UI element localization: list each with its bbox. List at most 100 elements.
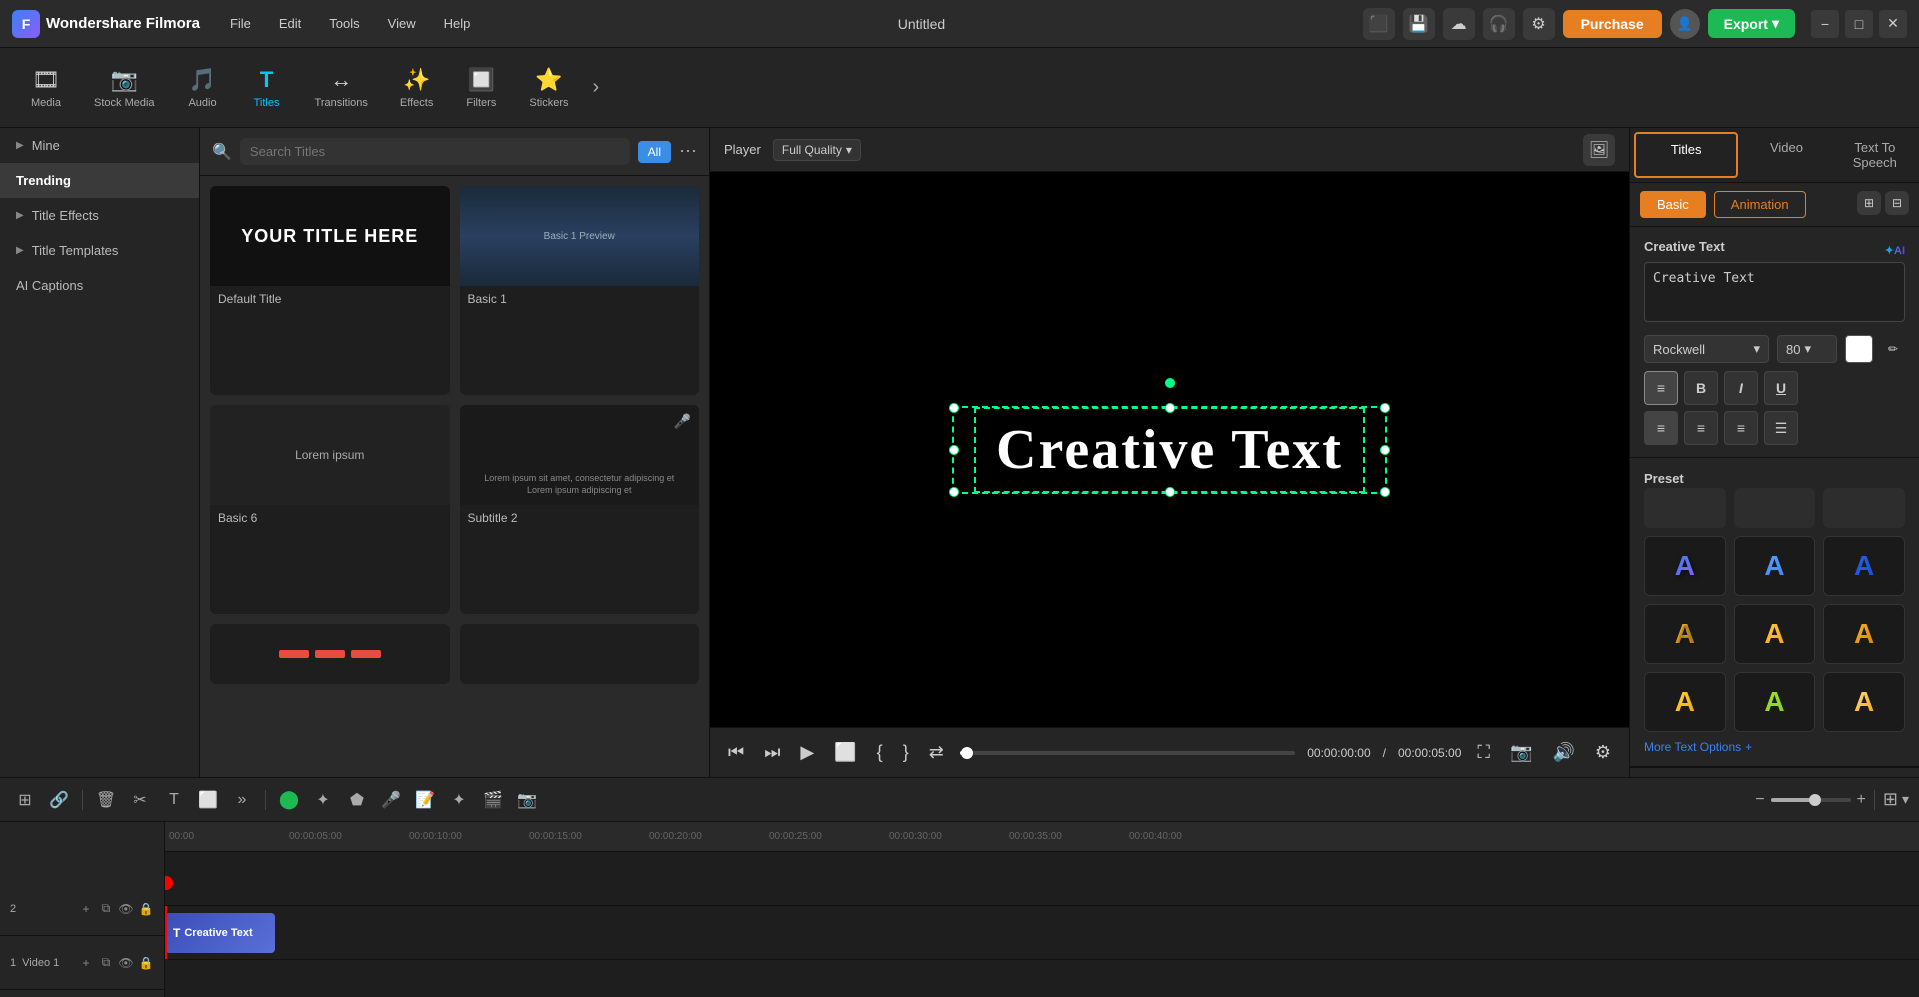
- text-button[interactable]: T: [159, 785, 189, 815]
- playhead[interactable]: [165, 906, 167, 959]
- tool-transitions[interactable]: ↔ Transitions: [301, 61, 382, 115]
- mask-button[interactable]: ⬟: [342, 785, 372, 815]
- color-grade-button[interactable]: ⬤: [274, 785, 304, 815]
- auto-caption-button[interactable]: 📝: [410, 785, 440, 815]
- text-input[interactable]: Creative Text: [1644, 262, 1905, 322]
- tool-effects[interactable]: ✨ Effects: [386, 61, 447, 115]
- preset-item-hidden1[interactable]: [1644, 488, 1726, 528]
- zoom-track[interactable]: [1771, 798, 1851, 802]
- handle-bl[interactable]: [949, 487, 959, 497]
- subtab-animation[interactable]: Animation: [1714, 191, 1806, 218]
- preset-item-1[interactable]: A: [1644, 536, 1726, 596]
- more-tl-button[interactable]: »: [227, 785, 257, 815]
- tool-stickers[interactable]: ⭐ Stickers: [515, 61, 582, 115]
- scene-detect-button[interactable]: 🎬: [478, 785, 508, 815]
- more-options-icon[interactable]: ⋯: [679, 141, 697, 162]
- align-left-btn[interactable]: ≡: [1644, 411, 1678, 445]
- export-button[interactable]: Export ▾: [1708, 9, 1795, 38]
- headphone-icon-btn[interactable]: 🎧: [1483, 8, 1515, 40]
- link-button[interactable]: 🔗: [44, 785, 74, 815]
- preset-item-9[interactable]: A: [1823, 672, 1905, 732]
- menu-help[interactable]: Help: [434, 12, 481, 35]
- monitor-icon-btn[interactable]: ⬛: [1363, 8, 1395, 40]
- handle-bc[interactable]: [1165, 487, 1175, 497]
- voice-button[interactable]: 🎤: [376, 785, 406, 815]
- font-size-select[interactable]: 80 ▾: [1777, 335, 1837, 363]
- volume-button[interactable]: 🔊: [1548, 738, 1578, 767]
- track-add-icon-1[interactable]: +: [78, 955, 94, 971]
- cut-button[interactable]: ✂: [125, 785, 155, 815]
- step-back-button[interactable]: ⏭: [760, 738, 784, 767]
- sidebar-item-trending[interactable]: Trending: [0, 163, 199, 198]
- add-track-button[interactable]: ⊞: [10, 785, 40, 815]
- tool-titles[interactable]: T Titles: [237, 61, 297, 115]
- align-right-btn[interactable]: ≡: [1724, 411, 1758, 445]
- subtab-basic[interactable]: Basic: [1640, 191, 1706, 218]
- fullscreen-button[interactable]: ⛶: [1473, 738, 1494, 767]
- bold-btn[interactable]: B: [1684, 371, 1718, 405]
- sidebar-item-ai-captions[interactable]: AI Captions: [0, 268, 199, 303]
- sidebar-item-title-effects[interactable]: ▶ Title Effects: [0, 198, 199, 233]
- snapshot-button[interactable]: 📷: [512, 785, 542, 815]
- tool-media[interactable]: 🎞 Media: [16, 61, 76, 115]
- sidebar-item-title-templates[interactable]: ▶ Title Templates: [0, 233, 199, 268]
- progress-bar[interactable]: [960, 751, 1295, 755]
- mark-in-button[interactable]: {: [873, 738, 887, 767]
- preset-item-hidden2[interactable]: [1734, 488, 1816, 528]
- grid-options-icon-btn[interactable]: ▾: [1902, 791, 1909, 808]
- title-card-partial1[interactable]: [210, 624, 450, 684]
- screenshot-ctrl-button[interactable]: 📷: [1506, 738, 1536, 767]
- track-eye-icon-2[interactable]: 👁: [118, 901, 134, 917]
- handle-br[interactable]: [1380, 487, 1390, 497]
- filter-button[interactable]: All: [638, 141, 671, 163]
- handle-rotate[interactable]: [1165, 378, 1175, 388]
- screenshot-icon-btn[interactable]: 🖼: [1583, 134, 1615, 166]
- handle-mr[interactable]: [1380, 445, 1390, 455]
- title-card-partial2[interactable]: [460, 624, 700, 684]
- align-center-btn[interactable]: ≡: [1684, 411, 1718, 445]
- track-lock-icon-1[interactable]: 🔒: [138, 955, 154, 971]
- purchase-button[interactable]: Purchase: [1563, 10, 1662, 38]
- center-align-format-btn[interactable]: ≡: [1644, 371, 1678, 405]
- title-card-basic1[interactable]: Basic 1 Preview Basic 1: [460, 186, 700, 395]
- preset-item-5[interactable]: A: [1734, 604, 1816, 664]
- close-button[interactable]: ✕: [1879, 10, 1907, 38]
- tab-text-to-speech[interactable]: Text To Speech: [1831, 128, 1919, 182]
- title-card-basic6[interactable]: Lorem ipsum Basic 6: [210, 405, 450, 614]
- crop-tl-button[interactable]: ⬜: [193, 785, 223, 815]
- grid-icon-btn[interactable]: ⊞: [1883, 789, 1898, 810]
- track-add-icon-2[interactable]: +: [78, 901, 94, 917]
- preset-item-6[interactable]: A: [1823, 604, 1905, 664]
- play-button[interactable]: ▶: [796, 738, 818, 767]
- preset-item-3[interactable]: A: [1823, 536, 1905, 596]
- handle-tr[interactable]: [1380, 403, 1390, 413]
- tool-audio[interactable]: 🎵 Audio: [173, 61, 233, 115]
- title-card-default[interactable]: YOUR TITLE HERE Default Title: [210, 186, 450, 395]
- quality-select[interactable]: Full Quality ▾: [773, 139, 861, 161]
- menu-tools[interactable]: Tools: [319, 12, 369, 35]
- collapse-icon-btn[interactable]: ⊟: [1885, 191, 1909, 215]
- color-picker-btn[interactable]: ✏: [1881, 337, 1905, 361]
- preset-item-2[interactable]: A: [1734, 536, 1816, 596]
- title-card-subtitle2[interactable]: 🎤 Lorem ipsum sit amet, consectetur adip…: [460, 405, 700, 614]
- align-justify-btn[interactable]: ☰: [1764, 411, 1798, 445]
- tool-filters[interactable]: 🔲 Filters: [451, 61, 511, 115]
- settings-icon-btn[interactable]: ⚙: [1523, 8, 1555, 40]
- handle-tc[interactable]: [1165, 403, 1175, 413]
- color-swatch[interactable]: [1845, 335, 1873, 363]
- more-text-options[interactable]: More Text Options +: [1644, 740, 1905, 754]
- search-input[interactable]: [240, 138, 630, 165]
- minimize-button[interactable]: −: [1811, 10, 1839, 38]
- handle-tl[interactable]: [949, 403, 959, 413]
- tool-stock-media[interactable]: 📷 Stock Media: [80, 61, 169, 115]
- skip-back-button[interactable]: ⏮: [724, 738, 748, 767]
- track-lock-icon-2[interactable]: 🔒: [138, 901, 154, 917]
- preset-item-7[interactable]: A: [1644, 672, 1726, 732]
- menu-file[interactable]: File: [220, 12, 261, 35]
- zoom-plus-icon[interactable]: +: [1857, 791, 1866, 809]
- settings-ctrl-button[interactable]: ⚙: [1591, 738, 1615, 767]
- expand-icon-btn[interactable]: ⊞: [1857, 191, 1881, 215]
- ai-tl-button[interactable]: ✦: [444, 785, 474, 815]
- cloud-icon-btn[interactable]: ☁: [1443, 8, 1475, 40]
- preset-item-4[interactable]: A: [1644, 604, 1726, 664]
